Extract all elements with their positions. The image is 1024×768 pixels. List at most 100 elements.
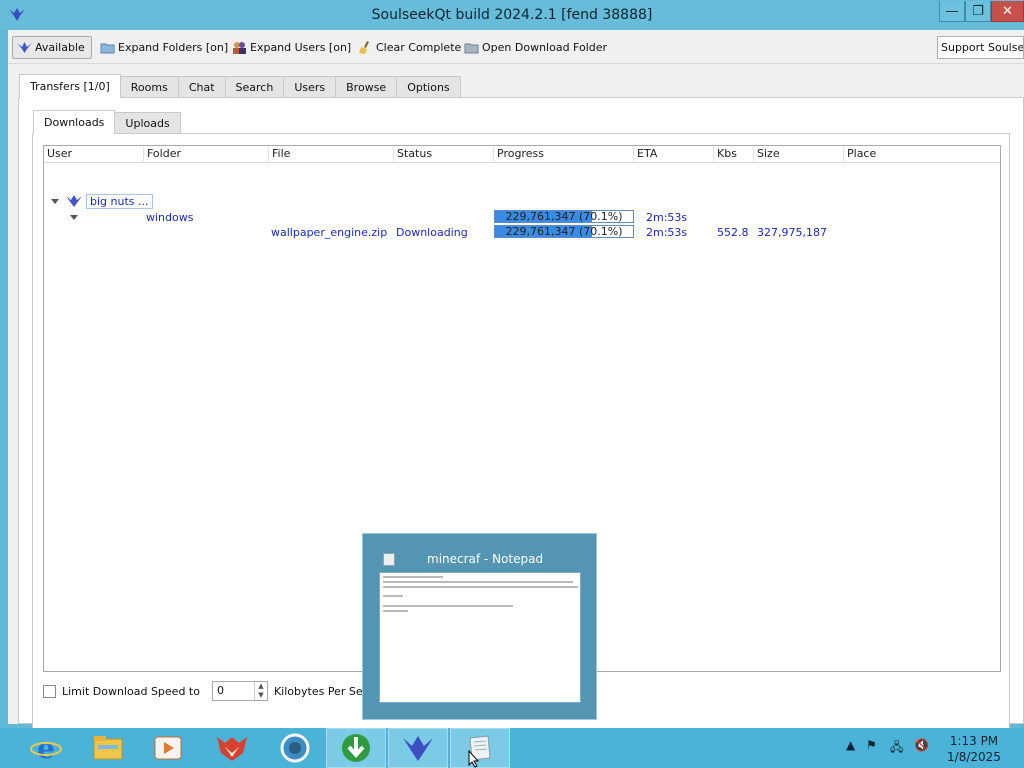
tab-transfers[interactable]: Transfers [1/0]	[19, 74, 121, 98]
close-icon: ✕	[1002, 3, 1013, 19]
limit-download-speed: Limit Download Speed to 0 ▲ ▼ Kilobytes P…	[43, 681, 389, 701]
transfer-sub-tab-bar: Downloads Uploads	[33, 110, 181, 134]
tab-chat[interactable]: Chat	[177, 76, 226, 98]
taskbar-app-globe[interactable]	[265, 728, 325, 768]
open-download-folder-label: Open Download Folder	[482, 41, 608, 54]
main-tab-bar: Transfers [1/0] Rooms Chat Search Users …	[19, 74, 461, 98]
thumbnail-title: minecraf - Notepad	[427, 552, 544, 566]
folder-progress-bar: 229,761,347 (70.1%)	[494, 210, 634, 223]
support-soulseek-button[interactable]: Support Soulseek	[937, 36, 1024, 59]
notepad-taskbar-thumbnail[interactable]: minecraf - Notepad	[362, 533, 597, 720]
size-value: 327,975,187	[757, 226, 827, 239]
available-label: Available	[35, 41, 85, 54]
expand-folders-label: Expand Folders [on]	[118, 41, 229, 54]
maximize-button[interactable]: ❐	[965, 1, 991, 22]
title-bar[interactable]: SoulseekQt build 2024.2.1 [fend 38888] —…	[0, 0, 1024, 30]
open-download-folder-button[interactable]: Open Download Folder	[464, 36, 607, 59]
taskbar-file-explorer[interactable]	[78, 728, 138, 768]
progress-text: 229,761,347 (70.1%)	[505, 210, 623, 223]
speed-limit-stepper[interactable]: 0 ▲ ▼	[211, 681, 268, 701]
table-row-user[interactable]: big nuts ...	[44, 194, 1000, 209]
speed-limit-value: 0	[216, 684, 224, 697]
limit-speed-checkbox[interactable]	[43, 684, 56, 698]
user-name[interactable]: big nuts ...	[86, 194, 153, 209]
column-header-eta[interactable]: ETA	[634, 146, 714, 163]
taskbar-app-fox[interactable]	[202, 728, 262, 768]
folder-name: windows	[146, 211, 194, 224]
tab-downloads[interactable]: Downloads	[33, 110, 116, 134]
expand-users-button[interactable]: Expand Users [on]	[232, 36, 351, 59]
taskbar-internet-explorer[interactable]: e	[16, 728, 76, 768]
file-progress-bar: 229,761,347 (70.1%)	[494, 225, 634, 238]
show-hidden-icons-icon[interactable]: ▲	[846, 738, 855, 752]
globe-app-icon	[280, 733, 310, 763]
clock[interactable]: 1:13 PM 1/8/2025	[942, 733, 1006, 765]
restore-icon: ❐	[972, 3, 984, 19]
column-header-place[interactable]: Place	[844, 146, 1000, 163]
file-explorer-icon	[93, 736, 123, 760]
tab-rooms[interactable]: Rooms	[119, 76, 179, 98]
action-center-flag-icon[interactable]: ⚑	[866, 738, 877, 752]
column-header-file[interactable]: File	[269, 146, 394, 163]
tab-options[interactable]: Options	[396, 76, 461, 98]
svg-text:e: e	[37, 732, 55, 764]
expand-folders-button[interactable]: Expand Folders [on]	[100, 36, 228, 59]
column-header-progress[interactable]: Progress	[494, 146, 634, 163]
taskbar-notepad[interactable]	[450, 728, 510, 768]
fox-app-icon	[217, 737, 247, 761]
internet-explorer-icon: e	[30, 732, 62, 764]
soulseek-bird-icon	[17, 42, 32, 53]
expand-arrow-icon[interactable]	[70, 215, 78, 220]
tab-uploads[interactable]: Uploads	[114, 112, 181, 134]
kbs-value: 552.8	[717, 226, 749, 239]
table-row-folder[interactable]: windows 229,761,347 (70.1%) 2m:53s	[44, 210, 1000, 225]
taskbar-download-manager[interactable]	[326, 728, 386, 768]
soulseek-bird-icon	[66, 195, 82, 207]
notepad-icon	[383, 553, 395, 566]
table-header: User Folder File Status Progress ETA Kbs…	[44, 146, 1000, 163]
clear-complete-label: Clear Complete	[376, 41, 462, 54]
support-soulseek-label: Support Soulseek	[941, 41, 1024, 54]
minimize-button[interactable]: —	[939, 1, 965, 22]
taskbar: e ▲ ⚑ 🖧 🔇 1:13 PM 1/8/2025	[0, 728, 1024, 768]
column-header-status[interactable]: Status	[394, 146, 494, 163]
clock-time: 1:13 PM	[949, 734, 999, 748]
taskbar-soulseek[interactable]	[388, 728, 448, 768]
tab-browse[interactable]: Browse	[335, 76, 398, 98]
file-name: wallpaper_engine.zip	[271, 226, 388, 239]
table-row-file[interactable]: wallpaper_engine.zip Downloading 229,761…	[44, 225, 1000, 240]
tab-users[interactable]: Users	[283, 76, 337, 98]
download-manager-icon	[342, 734, 370, 762]
volume-muted-icon[interactable]: 🔇	[914, 738, 929, 752]
close-button[interactable]: ✕	[991, 1, 1024, 22]
broom-icon	[359, 41, 369, 54]
users-icon	[233, 42, 246, 54]
folder-icon	[100, 43, 115, 54]
stepper-arrows-icon[interactable]: ▲ ▼	[253, 682, 267, 700]
column-header-size[interactable]: Size	[754, 146, 844, 163]
folder-icon	[464, 43, 479, 54]
column-header-kbs[interactable]: Kbs	[714, 146, 754, 163]
clear-complete-button[interactable]: Clear Complete	[358, 36, 461, 59]
progress-text: 229,761,347 (70.1%)	[505, 225, 623, 238]
taskbar-media-player[interactable]	[138, 728, 198, 768]
mouse-cursor-icon	[468, 750, 480, 768]
limit-speed-label: Limit Download Speed to	[62, 684, 200, 698]
minimize-icon: —	[945, 3, 959, 19]
expand-arrow-icon[interactable]	[51, 199, 59, 204]
eta-value: 2m:53s	[646, 226, 688, 239]
media-player-icon	[154, 736, 182, 760]
eta-value: 2m:53s	[646, 211, 688, 224]
toolbar: Available Expand Folders [on] Expand Use…	[8, 30, 1024, 64]
expand-users-label: Expand Users [on]	[250, 41, 352, 54]
network-icon[interactable]: 🖧	[890, 738, 903, 759]
soulseek-bird-icon	[403, 736, 433, 761]
available-button[interactable]: Available	[12, 36, 92, 59]
column-header-user[interactable]: User	[44, 146, 144, 163]
tab-search[interactable]: Search	[224, 76, 285, 98]
clock-date: 1/8/2025	[947, 750, 1001, 764]
notepad-preview	[379, 572, 581, 703]
window-title: SoulseekQt build 2024.2.1 [fend 38888]	[371, 7, 653, 23]
status-value: Downloading	[396, 226, 468, 239]
column-header-folder[interactable]: Folder	[144, 146, 269, 163]
